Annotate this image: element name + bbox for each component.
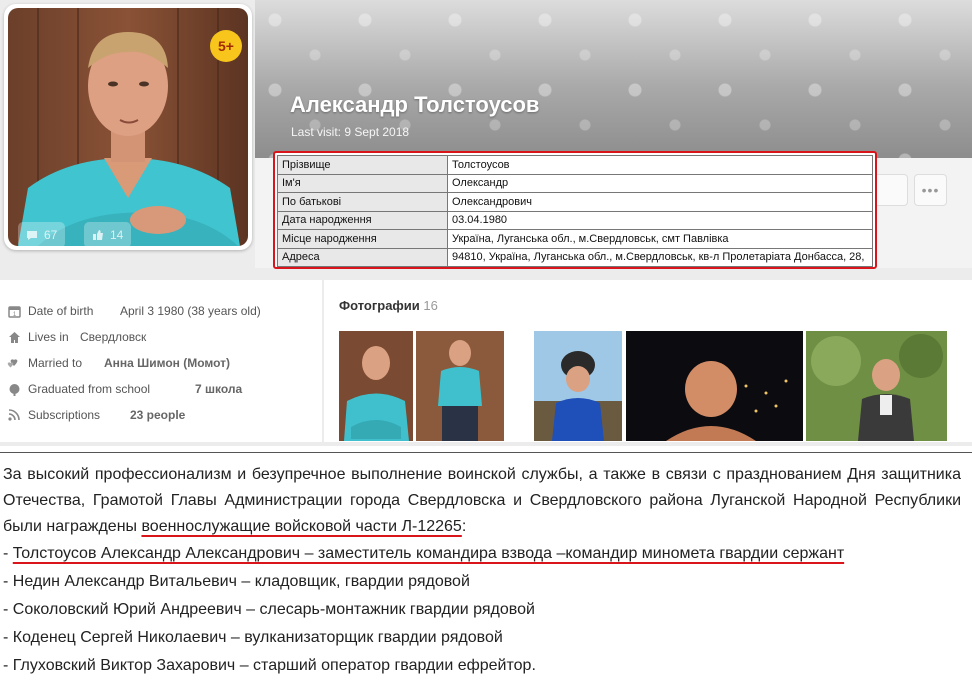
table-value: Олександр xyxy=(447,173,873,193)
action-button[interactable] xyxy=(872,174,908,206)
photo-thumbnail[interactable] xyxy=(339,331,413,441)
intro-end: : xyxy=(461,518,467,535)
likes-counter[interactable]: 14 xyxy=(84,222,132,246)
info-label: Married to xyxy=(28,356,83,370)
photos-title-label: Фотографии xyxy=(339,298,420,313)
list-item: - Соколовский Юрий Андреевич – слесарь-м… xyxy=(3,601,535,618)
table-row: Дата народження 03.04.1980 xyxy=(277,210,873,230)
table-row: Місце народження Україна, Луганська обл.… xyxy=(277,229,873,249)
comment-icon xyxy=(26,230,38,241)
photos-panel: Фотографии 16 xyxy=(324,280,972,442)
more-options-button[interactable]: ••• xyxy=(914,174,947,206)
info-label: Graduated from school xyxy=(28,382,151,396)
home-icon xyxy=(7,330,21,344)
info-lives: Lives in Свердловск xyxy=(7,327,146,347)
last-visit: Last visit: 9 Sept 2018 xyxy=(291,125,410,139)
profile-header: 5+ 67 14 Александр Толстоусов Last visit… xyxy=(0,0,972,446)
divider xyxy=(0,452,972,453)
table-key: Ім'я xyxy=(277,173,448,193)
table-value: 03.04.1980 xyxy=(447,210,873,230)
table-value: Україна, Луганська обл., м.Свердловськ, … xyxy=(447,229,873,249)
globe-icon xyxy=(7,382,21,396)
list-item: - Глуховский Виктор Захарович – старший … xyxy=(3,657,536,674)
subscriptions-link[interactable]: 23 people xyxy=(130,408,185,422)
personal-data-table: Прізвище Толстоусов Ім'я Олександр По ба… xyxy=(273,151,877,269)
photo-thumbnail[interactable] xyxy=(806,331,947,441)
list-item: - Коденец Сергей Николаевич – вулканизат… xyxy=(3,629,503,646)
spouse-link[interactable]: Анна Шимон (Момот) xyxy=(104,356,230,370)
hearts-icon xyxy=(7,356,21,370)
comments-count: 67 xyxy=(44,228,58,242)
table-key: Місце народження xyxy=(277,229,448,249)
table-row: Адреса 94810, Україна, Луганська обл., м… xyxy=(277,247,873,267)
list-bullet: - xyxy=(3,545,13,562)
comments-counter[interactable]: 67 xyxy=(18,222,66,246)
table-key: По батькові xyxy=(277,192,448,212)
likes-count: 14 xyxy=(110,228,124,242)
profile-name: Александр Толстоусов xyxy=(290,92,540,117)
article-intro: За высокий профессионализм и безупречное… xyxy=(3,462,961,540)
photos-count: 16 xyxy=(423,298,438,313)
table-row: Ім'я Олександр xyxy=(277,173,873,193)
info-birth: 1 Date of birth April 3 1980 (38 years o… xyxy=(7,301,261,321)
highlighted-name: Толстоусов Александр Александрович – зам… xyxy=(12,545,845,562)
list-item: - Недин Александр Витальевич – кладовщик… xyxy=(3,573,470,590)
table-value: Толстоусов xyxy=(447,155,873,175)
table-row: По батькові Олександрович xyxy=(277,192,873,212)
school-link[interactable]: 7 школа xyxy=(195,382,242,396)
info-label: Lives in xyxy=(28,330,69,344)
avatar[interactable]: 5+ 67 14 xyxy=(4,4,252,250)
table-row: Прізвище Толстоусов xyxy=(277,155,873,175)
table-value: Олександрович xyxy=(447,192,873,212)
list-item: - Толстоусов Александр Александрович – з… xyxy=(3,540,961,568)
rss-icon xyxy=(7,408,21,422)
info-married: Married to Анна Шимон (Момот) xyxy=(7,353,230,373)
photos-title[interactable]: Фотографии 16 xyxy=(339,298,438,313)
table-key: Адреса xyxy=(277,247,448,267)
table-key: Дата народження xyxy=(277,210,448,230)
info-subscriptions: Subscriptions 23 people xyxy=(7,405,185,425)
info-label: Subscriptions xyxy=(28,408,101,422)
thumbs-up-icon xyxy=(92,229,104,241)
article-text: За высокий профессионализм и безупречное… xyxy=(3,462,961,680)
avatar-photo[interactable]: 5+ 67 14 xyxy=(8,8,248,246)
info-school: Graduated from school 7 школа xyxy=(7,379,242,399)
info-value: April 3 1980 (38 years old) xyxy=(120,304,261,318)
calendar-icon: 1 xyxy=(7,304,21,318)
info-label: Date of birth xyxy=(28,304,94,318)
photo-thumbnail[interactable] xyxy=(534,331,622,441)
about-panel: 1 Date of birth April 3 1980 (38 years o… xyxy=(0,280,322,442)
table-value: 94810, Україна, Луганська обл., м.Свердл… xyxy=(447,247,873,267)
rating-badge[interactable]: 5+ xyxy=(210,30,242,62)
info-value[interactable]: Свердловск xyxy=(80,330,146,344)
highlighted-unit: военнослужащие войсковой части Л-12265 xyxy=(141,518,462,535)
table-key: Прізвище xyxy=(277,155,448,175)
photo-thumbnail[interactable] xyxy=(416,331,504,441)
photo-thumbnail[interactable] xyxy=(626,331,803,441)
